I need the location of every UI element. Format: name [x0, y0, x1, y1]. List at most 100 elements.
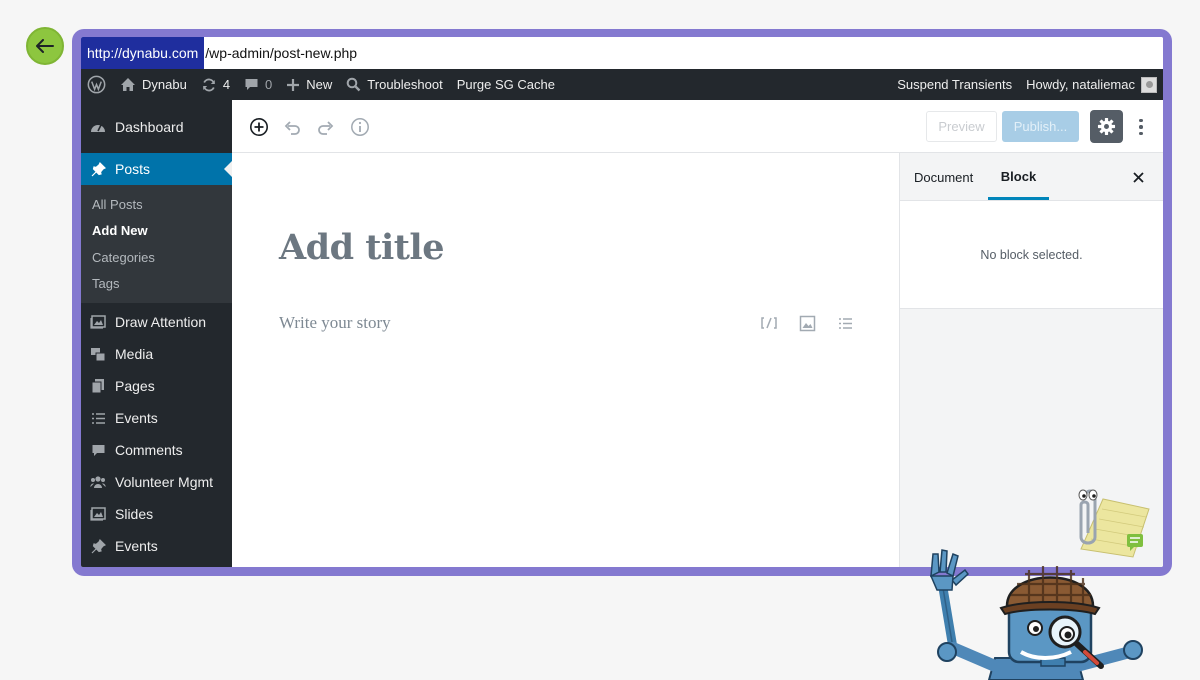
image-icon: [799, 315, 815, 331]
image-gallery-icon: [90, 314, 106, 330]
undo-icon: [284, 121, 300, 135]
sidebar-item-label: Media: [115, 346, 154, 362]
people-icon: [90, 474, 106, 490]
redo-icon: [318, 121, 334, 135]
editor-canvas: Add title Write your story: [232, 153, 899, 567]
plus-icon: [287, 78, 300, 91]
wordpress-icon: [87, 75, 106, 94]
sidebar-item-slides[interactable]: Slides: [81, 498, 232, 530]
arrow-left-icon: [36, 39, 54, 53]
pushpin-icon: [90, 161, 106, 177]
updates-menu[interactable]: 4: [201, 77, 230, 93]
sidebar-item-label: Events: [115, 410, 158, 426]
add-block-button[interactable]: [248, 116, 270, 138]
wordpress-logo-button[interactable]: [87, 75, 106, 94]
tab-document[interactable]: Document: [914, 153, 973, 201]
howdy-label: Howdy, nataliemac: [1026, 77, 1135, 92]
sidebar-item-events[interactable]: Events: [81, 402, 232, 434]
submenu-all-posts[interactable]: All Posts: [81, 191, 232, 218]
sidebar-item-comments[interactable]: Comments: [81, 434, 232, 466]
add-block-icon: [250, 118, 268, 136]
sidebar-item-media[interactable]: Media: [81, 338, 232, 370]
new-label: New: [306, 77, 333, 92]
sidebar-item-dashboard[interactable]: Dashboard: [81, 111, 232, 143]
sidebar-item-posts[interactable]: Posts: [81, 153, 232, 185]
back-button[interactable]: [26, 27, 64, 65]
sidebar-item-volunteer-mgmt[interactable]: Volunteer Mgmt: [81, 466, 232, 498]
settings-sidebar: Document Block No block selected.: [899, 153, 1163, 567]
submenu-tags[interactable]: Tags: [81, 271, 232, 298]
insert-image-button[interactable]: [797, 313, 817, 333]
media-icon: [90, 346, 106, 362]
admin-bar: Dynabu 4 0 New Troubleshoot Purge SG Cac…: [81, 69, 1163, 100]
sidebar-item-label: Comments: [115, 442, 183, 458]
insert-list-button[interactable]: [835, 313, 855, 333]
pushpin-icon: [90, 538, 106, 554]
url-host: http://dynabu.com: [81, 37, 205, 69]
sidebar-item-draw-attention[interactable]: Draw Attention: [81, 306, 232, 338]
tab-block[interactable]: Block: [988, 153, 1049, 200]
paperclip-assistant-icon[interactable]: [1041, 479, 1151, 559]
site-name: Dynabu: [142, 77, 187, 92]
updates-icon: [202, 78, 215, 91]
sidebar-item-label: Events: [115, 538, 158, 554]
sidebar-item-events-2[interactable]: Events: [81, 530, 232, 562]
sidebar-item-label: Pages: [115, 378, 155, 394]
image-gallery-icon: [90, 506, 106, 522]
browser-frame: http://dynabu.com /wp-admin/post-new.php…: [72, 29, 1172, 576]
purge-label: Purge SG Cache: [456, 77, 555, 92]
sidebar-item-label: Slides: [115, 506, 154, 522]
submenu-categories[interactable]: Categories: [81, 244, 232, 271]
robot-detective-mascot-icon: [929, 549, 1143, 680]
more-options-button[interactable]: [1130, 112, 1152, 142]
close-settings-button[interactable]: [1131, 170, 1145, 184]
suspend-label: Suspend Transients: [897, 77, 1013, 92]
insert-shortcode-button[interactable]: [759, 313, 779, 333]
shortcode-icon: [761, 317, 777, 329]
new-content-menu[interactable]: New: [286, 77, 332, 92]
admin-sidebar: Dashboard Posts All Posts Add New Catego…: [81, 100, 232, 567]
purge-cache-button[interactable]: Purge SG Cache: [457, 77, 555, 92]
settings-button[interactable]: [1090, 110, 1123, 143]
content-info-button[interactable]: [349, 116, 371, 138]
sidebar-item-label: Dashboard: [115, 119, 184, 135]
redo-button[interactable]: [315, 116, 337, 138]
no-block-message: No block selected.: [900, 201, 1163, 309]
gear-icon: [1097, 117, 1116, 136]
story-paragraph-input[interactable]: Write your story: [279, 313, 391, 333]
comments-count: 0: [265, 77, 273, 92]
comment-bubble-icon: [90, 442, 106, 458]
url-path: /wp-admin/post-new.php: [205, 45, 358, 61]
dashboard-icon: [90, 119, 106, 135]
sidebar-item-label: Draw Attention: [115, 314, 207, 330]
pages-icon: [90, 378, 106, 394]
publish-button[interactable]: Publish...: [1002, 111, 1079, 142]
account-menu[interactable]: Howdy, nataliemac: [1026, 76, 1157, 93]
sidebar-item-pages[interactable]: Pages: [81, 370, 232, 402]
suspend-transients-button[interactable]: Suspend Transients: [897, 77, 1012, 92]
undo-button[interactable]: [281, 116, 303, 138]
site-name-menu[interactable]: Dynabu: [120, 77, 187, 92]
url-bar[interactable]: http://dynabu.com /wp-admin/post-new.php: [81, 37, 1163, 69]
list-icon: [90, 410, 106, 426]
submenu-add-new[interactable]: Add New: [81, 218, 232, 245]
more-dots-icon: [1139, 118, 1143, 123]
updates-count: 4: [222, 77, 231, 92]
post-title-input[interactable]: Add title: [279, 227, 444, 268]
posts-submenu: All Posts Add New Categories Tags: [81, 185, 232, 303]
home-icon: [121, 78, 135, 91]
avatar: [1141, 76, 1157, 93]
troubleshoot-menu[interactable]: Troubleshoot: [346, 77, 443, 92]
list-icon: [838, 317, 852, 329]
troubleshoot-label: Troubleshoot: [367, 77, 443, 92]
editor-toolbar: Preview Publish...: [232, 100, 1163, 153]
comment-bubble-icon: [245, 79, 258, 90]
settings-tabs: Document Block: [900, 153, 1163, 201]
close-icon: [1132, 171, 1144, 183]
info-icon: [351, 118, 369, 136]
comments-menu[interactable]: 0: [244, 77, 272, 92]
sidebar-item-label: Volunteer Mgmt: [115, 474, 214, 490]
sidebar-item-label: Posts: [115, 161, 151, 177]
preview-button[interactable]: Preview: [926, 111, 997, 142]
search-icon: [346, 77, 361, 92]
